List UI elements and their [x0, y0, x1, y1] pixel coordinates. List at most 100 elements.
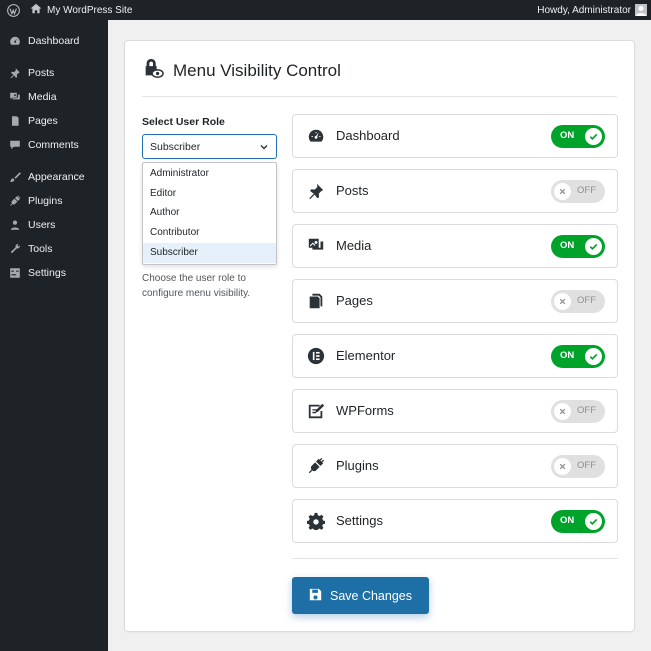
- sidebar-item-label: Settings: [28, 267, 66, 279]
- sidebar-item-label: Users: [28, 219, 56, 231]
- sidebar-item-label: Pages: [28, 115, 58, 127]
- sidebar-item-label: Posts: [28, 67, 55, 79]
- toggle-switch-dashboard[interactable]: ON: [551, 125, 605, 148]
- sidebar-item-plugins[interactable]: Plugins: [0, 189, 108, 213]
- sidebar-item-tools[interactable]: Tools: [0, 237, 108, 261]
- divider: [142, 96, 617, 97]
- toggle-state: ON: [560, 515, 575, 526]
- sidebar-item-pages[interactable]: Pages: [0, 109, 108, 133]
- toggle-switch-settings[interactable]: ON: [551, 510, 605, 533]
- toggle-state: ON: [560, 350, 575, 361]
- toggle-switch-pages[interactable]: OFF: [551, 290, 605, 313]
- toggle-switch-plugins[interactable]: OFF: [551, 455, 605, 478]
- wrench-icon: [7, 241, 23, 257]
- toggle-row-wpforms: WPForms OFF: [292, 389, 618, 433]
- sidebar-item-label: Plugins: [28, 195, 63, 207]
- site-name: My WordPress Site: [47, 4, 133, 16]
- toggle-state: OFF: [577, 185, 596, 196]
- sidebar-item-label: Tools: [28, 243, 53, 255]
- role-option-subscriber[interactable]: Subscriber: [143, 243, 276, 263]
- sidebar-item-label: Appearance: [28, 171, 85, 183]
- sidebar-item-appearance[interactable]: Appearance: [0, 165, 108, 189]
- close-icon: [554, 183, 571, 200]
- sidebar-item-users[interactable]: Users: [0, 213, 108, 237]
- sidebar-item-label: Media: [28, 91, 57, 103]
- toggle-state: ON: [560, 240, 575, 251]
- toggle-switch-posts[interactable]: OFF: [551, 180, 605, 203]
- sidebar-item-settings[interactable]: Settings: [0, 261, 108, 285]
- toggle-switch-wpforms[interactable]: OFF: [551, 400, 605, 423]
- form-edit-icon: [306, 401, 326, 421]
- toggle-state: ON: [560, 130, 575, 141]
- pages-icon: [306, 291, 326, 311]
- sidebar-item-comments[interactable]: Comments: [0, 133, 108, 157]
- toggle-label: Elementor: [336, 348, 396, 363]
- toggle-state: OFF: [577, 460, 596, 471]
- plug-icon: [7, 193, 23, 209]
- elementor-icon: [306, 346, 326, 366]
- floppy-disk-icon: [309, 588, 322, 604]
- role-option-administrator[interactable]: Administrator: [143, 164, 276, 184]
- check-icon: [585, 513, 602, 530]
- toggle-row-media: Media ON: [292, 224, 618, 268]
- pin-icon: [306, 181, 326, 201]
- toggle-label: Posts: [336, 183, 369, 198]
- save-changes-button[interactable]: Save Changes: [292, 577, 429, 614]
- chevron-down-icon: [258, 141, 270, 153]
- admin-sidebar: Dashboard Posts Media Pages Comments App…: [0, 20, 108, 651]
- toggle-switch-elementor[interactable]: ON: [551, 345, 605, 368]
- check-icon: [585, 348, 602, 365]
- howdy-text: Howdy, Administrator: [537, 4, 631, 16]
- toggle-row-posts: Posts OFF: [292, 169, 618, 213]
- sidebar-item-label: Comments: [28, 139, 79, 151]
- pages-icon: [7, 113, 23, 129]
- role-select-value: Subscriber: [150, 140, 201, 153]
- pin-icon: [7, 65, 23, 81]
- toggle-label: Pages: [336, 293, 373, 308]
- dashboard-icon: [7, 33, 23, 49]
- close-icon: [554, 458, 571, 475]
- user-avatar-icon: [635, 4, 647, 16]
- plug-icon: [306, 456, 326, 476]
- panel-header: Menu Visibility Control: [142, 57, 341, 84]
- settings-icon: [7, 265, 23, 281]
- role-help-text: Choose the user role to configure menu v…: [142, 273, 251, 299]
- media-icon: [7, 89, 23, 105]
- toggle-row-pages: Pages OFF: [292, 279, 618, 323]
- sidebar-item-dashboard[interactable]: Dashboard: [0, 29, 108, 53]
- close-icon: [554, 293, 571, 310]
- role-select[interactable]: Subscriber: [142, 134, 277, 159]
- sidebar-item-label: Dashboard: [28, 35, 80, 47]
- role-dropdown-list: Administrator Editor Author Contributor …: [142, 162, 277, 265]
- role-option-contributor[interactable]: Contributor: [143, 223, 276, 243]
- save-button-label: Save Changes: [329, 588, 412, 603]
- site-link[interactable]: My WordPress Site: [30, 3, 132, 17]
- check-icon: [585, 238, 602, 255]
- admin-bar: My WordPress Site Howdy, Administrator: [0, 0, 651, 20]
- account-menu[interactable]: Howdy, Administrator: [537, 0, 647, 20]
- toggle-row-elementor: Elementor ON: [292, 334, 618, 378]
- sidebar-item-posts[interactable]: Posts: [0, 61, 108, 85]
- role-option-author[interactable]: Author: [143, 203, 276, 223]
- users-icon: [7, 217, 23, 233]
- wordpress-logo-icon[interactable]: [0, 0, 26, 20]
- toggle-state: OFF: [577, 405, 596, 416]
- page-title: Menu Visibility Control: [173, 60, 341, 80]
- sidebar-item-media[interactable]: Media: [0, 85, 108, 109]
- role-select-label: Select User Role: [142, 116, 225, 128]
- toggle-label: Plugins: [336, 458, 379, 473]
- toggle-switch-media[interactable]: ON: [551, 235, 605, 258]
- toggle-row-settings: Settings ON: [292, 499, 618, 543]
- lock-eye-icon: [142, 57, 164, 84]
- divider: [292, 558, 618, 559]
- toggle-label: Settings: [336, 513, 383, 528]
- home-icon: [30, 3, 42, 17]
- role-option-editor[interactable]: Editor: [143, 184, 276, 204]
- toggle-label: Media: [336, 238, 372, 253]
- speedometer-icon: [306, 126, 326, 146]
- toggle-row-dashboard: Dashboard ON: [292, 114, 618, 158]
- close-icon: [554, 403, 571, 420]
- comments-icon: [7, 137, 23, 153]
- menu-visibility-panel: Menu Visibility Control Select User Role…: [124, 40, 635, 632]
- check-icon: [585, 128, 602, 145]
